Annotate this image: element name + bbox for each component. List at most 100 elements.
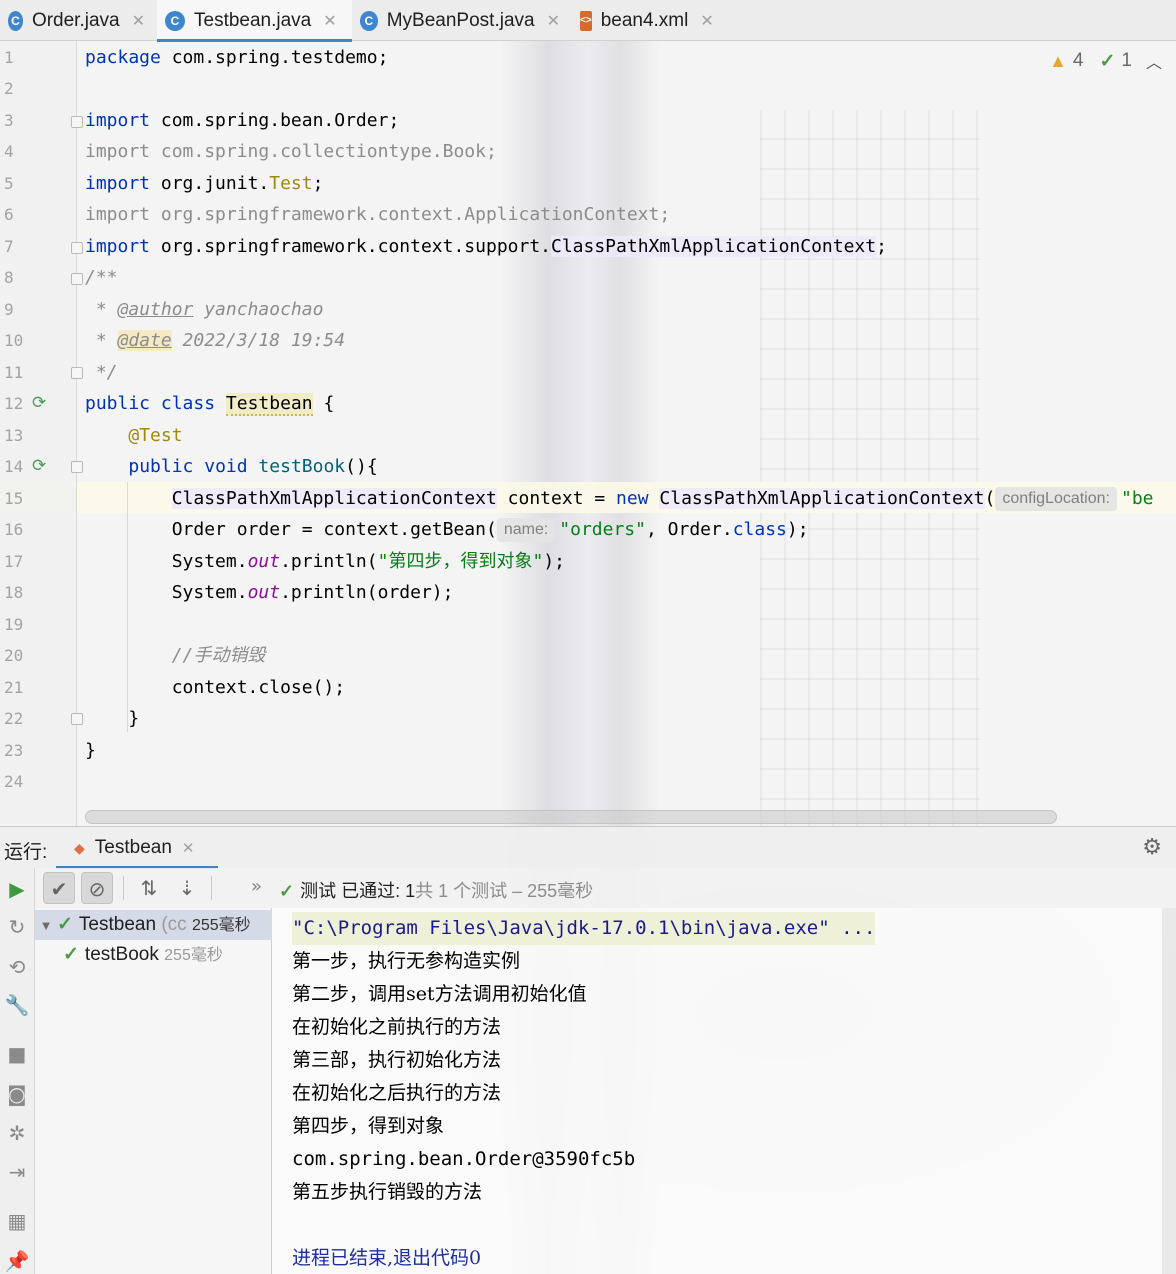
console-line: 第五步执行销毁的方法 xyxy=(292,1181,483,1203)
gear-icon[interactable]: ⚙ xyxy=(1142,835,1162,860)
code-line-1[interactable]: package com.spring.testdemo; xyxy=(85,42,1176,73)
code-line-7[interactable]: import org.springframework.context.suppo… xyxy=(85,231,1176,262)
close-icon[interactable]: ✕ xyxy=(323,11,336,31)
line-number: 11 xyxy=(4,363,24,382)
passed-check-icon: ✓ xyxy=(57,914,73,935)
close-icon[interactable]: ✕ xyxy=(547,11,560,31)
console-line: 第四步，得到对象 xyxy=(292,1115,445,1137)
fold-marker-icon[interactable] xyxy=(71,461,83,473)
console-output[interactable]: "C:\Program Files\Java\jdk-17.0.1\bin\ja… xyxy=(272,908,1162,1274)
run-panel-title: 运行: xyxy=(4,842,48,863)
more-actions-icon[interactable]: » xyxy=(251,876,262,897)
settings-cog-icon[interactable]: ✲ xyxy=(4,1120,30,1146)
pin-icon[interactable]: 📌 xyxy=(4,1248,30,1274)
line-number: 1 xyxy=(4,48,14,67)
code-line-14[interactable]: public void testBook(){ xyxy=(85,451,1176,482)
run-test-icon[interactable]: ⟳ xyxy=(32,456,52,476)
java-class-icon: C xyxy=(360,10,378,31)
code-line-16[interactable]: Order order = context.getBean(name: "orde… xyxy=(85,514,1176,545)
tree-node-testbook[interactable]: ✓ testBook 255毫秒 xyxy=(35,940,272,970)
close-icon[interactable]: ✕ xyxy=(182,839,195,857)
wrench-icon[interactable]: 🔧 xyxy=(4,992,30,1018)
code-line-20[interactable]: //手动销毁 xyxy=(85,640,1176,671)
line-number: 18 xyxy=(4,583,24,602)
line-number: 3 xyxy=(4,111,14,130)
fold-marker-icon[interactable] xyxy=(71,273,83,285)
console-line: 第二步，调用set方法调用初始化值 xyxy=(292,983,587,1005)
line-number: 15 xyxy=(4,489,24,508)
code-line-18[interactable]: System.out.println(order); xyxy=(85,577,1176,608)
camera-icon[interactable]: ◙ xyxy=(4,1081,30,1107)
line-number: 13 xyxy=(4,426,24,445)
run-panel-header: 运行: ◆ Testbean ✕ ⚙ xyxy=(0,826,1176,869)
line-number: 22 xyxy=(4,709,24,728)
line-number: 17 xyxy=(4,552,24,571)
run-tab-testbean[interactable]: ◆ Testbean ✕ xyxy=(56,827,218,869)
code-line-3[interactable]: import com.spring.bean.Order; xyxy=(85,105,1176,136)
tab-mybeanpost-java[interactable]: C MyBeanPost.java ✕ xyxy=(352,0,572,41)
code-line-22[interactable]: } xyxy=(85,703,1176,734)
code-line-4[interactable]: import com.spring.collectiontype.Book; xyxy=(85,136,1176,167)
console-line: "C:\Program Files\Java\jdk-17.0.1\bin\ja… xyxy=(292,912,876,945)
tree-node-testbean[interactable]: ▼ ✓ Testbean (cc 255毫秒 xyxy=(35,910,272,940)
toolbar-separator xyxy=(211,876,212,900)
console-line: 第一步，执行无参构造实例 xyxy=(292,950,521,972)
code-line-12[interactable]: public class Testbean { xyxy=(85,388,1176,419)
parameter-hint: configLocation: xyxy=(995,487,1117,511)
line-number: 24 xyxy=(4,772,24,791)
chevron-down-icon[interactable]: ▼ xyxy=(35,911,57,940)
tab-testbean-java[interactable]: C Testbean.java ✕ xyxy=(157,0,352,42)
import-tests-icon[interactable]: ⇥ xyxy=(4,1159,30,1185)
rerun-icon[interactable]: ▶ xyxy=(4,876,30,902)
console-line: com.spring.bean.Order@3590fc5b xyxy=(292,1148,636,1170)
layout-icon[interactable]: ▦ xyxy=(4,1208,30,1234)
line-number: 23 xyxy=(4,741,24,760)
code-line-21[interactable]: context.close(); xyxy=(85,672,1176,703)
tab-order-java[interactable]: C Order.java ✕ xyxy=(0,0,157,41)
line-number: 9 xyxy=(4,300,14,319)
sort-by-duration-icon[interactable]: ⇣ xyxy=(171,872,203,904)
stop-icon[interactable]: ■ xyxy=(4,1041,30,1067)
line-number: 21 xyxy=(4,678,24,697)
code-line-11[interactable]: */ xyxy=(85,357,1176,388)
editor-tab-bar: C Order.java ✕ C Testbean.java ✕ C MyBea… xyxy=(0,0,1176,42)
show-passed-icon[interactable]: ✔ xyxy=(43,872,75,904)
java-class-icon: C xyxy=(165,10,185,31)
console-exit-line: 进程已结束,退出代码0 xyxy=(292,1247,482,1269)
code-line-9[interactable]: * @author yanchaochao xyxy=(85,294,1176,325)
show-ignored-icon[interactable]: ⊘ xyxy=(81,872,113,904)
test-toolbar: ✔ ⊘ ⇅ ⇣ » ✓ 测试 已通过: 1共 1 个测试 – 255毫秒 xyxy=(35,868,1176,908)
passed-check-icon: ✓ xyxy=(63,944,79,965)
toggle-auto-test-icon[interactable]: ⟲ xyxy=(4,954,30,980)
close-icon[interactable]: ✕ xyxy=(132,11,145,31)
line-number: 8 xyxy=(4,268,14,287)
java-class-icon: C xyxy=(8,10,23,31)
line-number: 19 xyxy=(4,615,24,634)
rerun-failed-icon[interactable]: ↻ xyxy=(4,914,30,940)
code-line-13[interactable]: @Test xyxy=(85,420,1176,451)
xml-file-icon: <> xyxy=(580,10,592,31)
console-scrollbar[interactable] xyxy=(1162,908,1176,1274)
code-line-23[interactable]: } xyxy=(85,735,1176,766)
code-line-15[interactable]: ClassPathXmlApplicationContext context =… xyxy=(85,483,1176,514)
horizontal-scrollbar[interactable] xyxy=(85,810,1057,824)
fold-marker-icon[interactable] xyxy=(71,367,83,379)
code-line-17[interactable]: System.out.println("第四步，得到对象"); xyxy=(85,546,1176,577)
code-line-10[interactable]: * @date 2022/3/18 19:54 xyxy=(85,325,1176,356)
sort-alphabetically-icon[interactable]: ⇅ xyxy=(133,872,165,904)
tab-bean4-xml[interactable]: <> bean4.xml ✕ xyxy=(572,0,722,41)
console-line: 第三部，执行初始化方法 xyxy=(292,1049,502,1071)
code-line-8[interactable]: /** xyxy=(85,262,1176,293)
code-line-5[interactable]: import org.junit.Test; xyxy=(85,168,1176,199)
console-line: 在初始化之前执行的方法 xyxy=(292,1016,502,1038)
code-line-6[interactable]: import org.springframework.context.Appli… xyxy=(85,199,1176,230)
fold-marker-icon[interactable] xyxy=(71,242,83,254)
close-icon[interactable]: ✕ xyxy=(700,11,713,31)
line-number: 14 xyxy=(4,457,24,476)
fold-marker-icon[interactable] xyxy=(71,116,83,128)
line-number: 2 xyxy=(4,79,14,98)
run-class-icon[interactable]: ⟳ xyxy=(32,393,52,413)
code-editor[interactable]: 1 2 3 4 5 6 7 8 9 10 11 12 13 14 15 16 1… xyxy=(0,41,1176,826)
fold-marker-icon[interactable] xyxy=(71,713,83,725)
tab-label: Order.java xyxy=(31,9,120,31)
